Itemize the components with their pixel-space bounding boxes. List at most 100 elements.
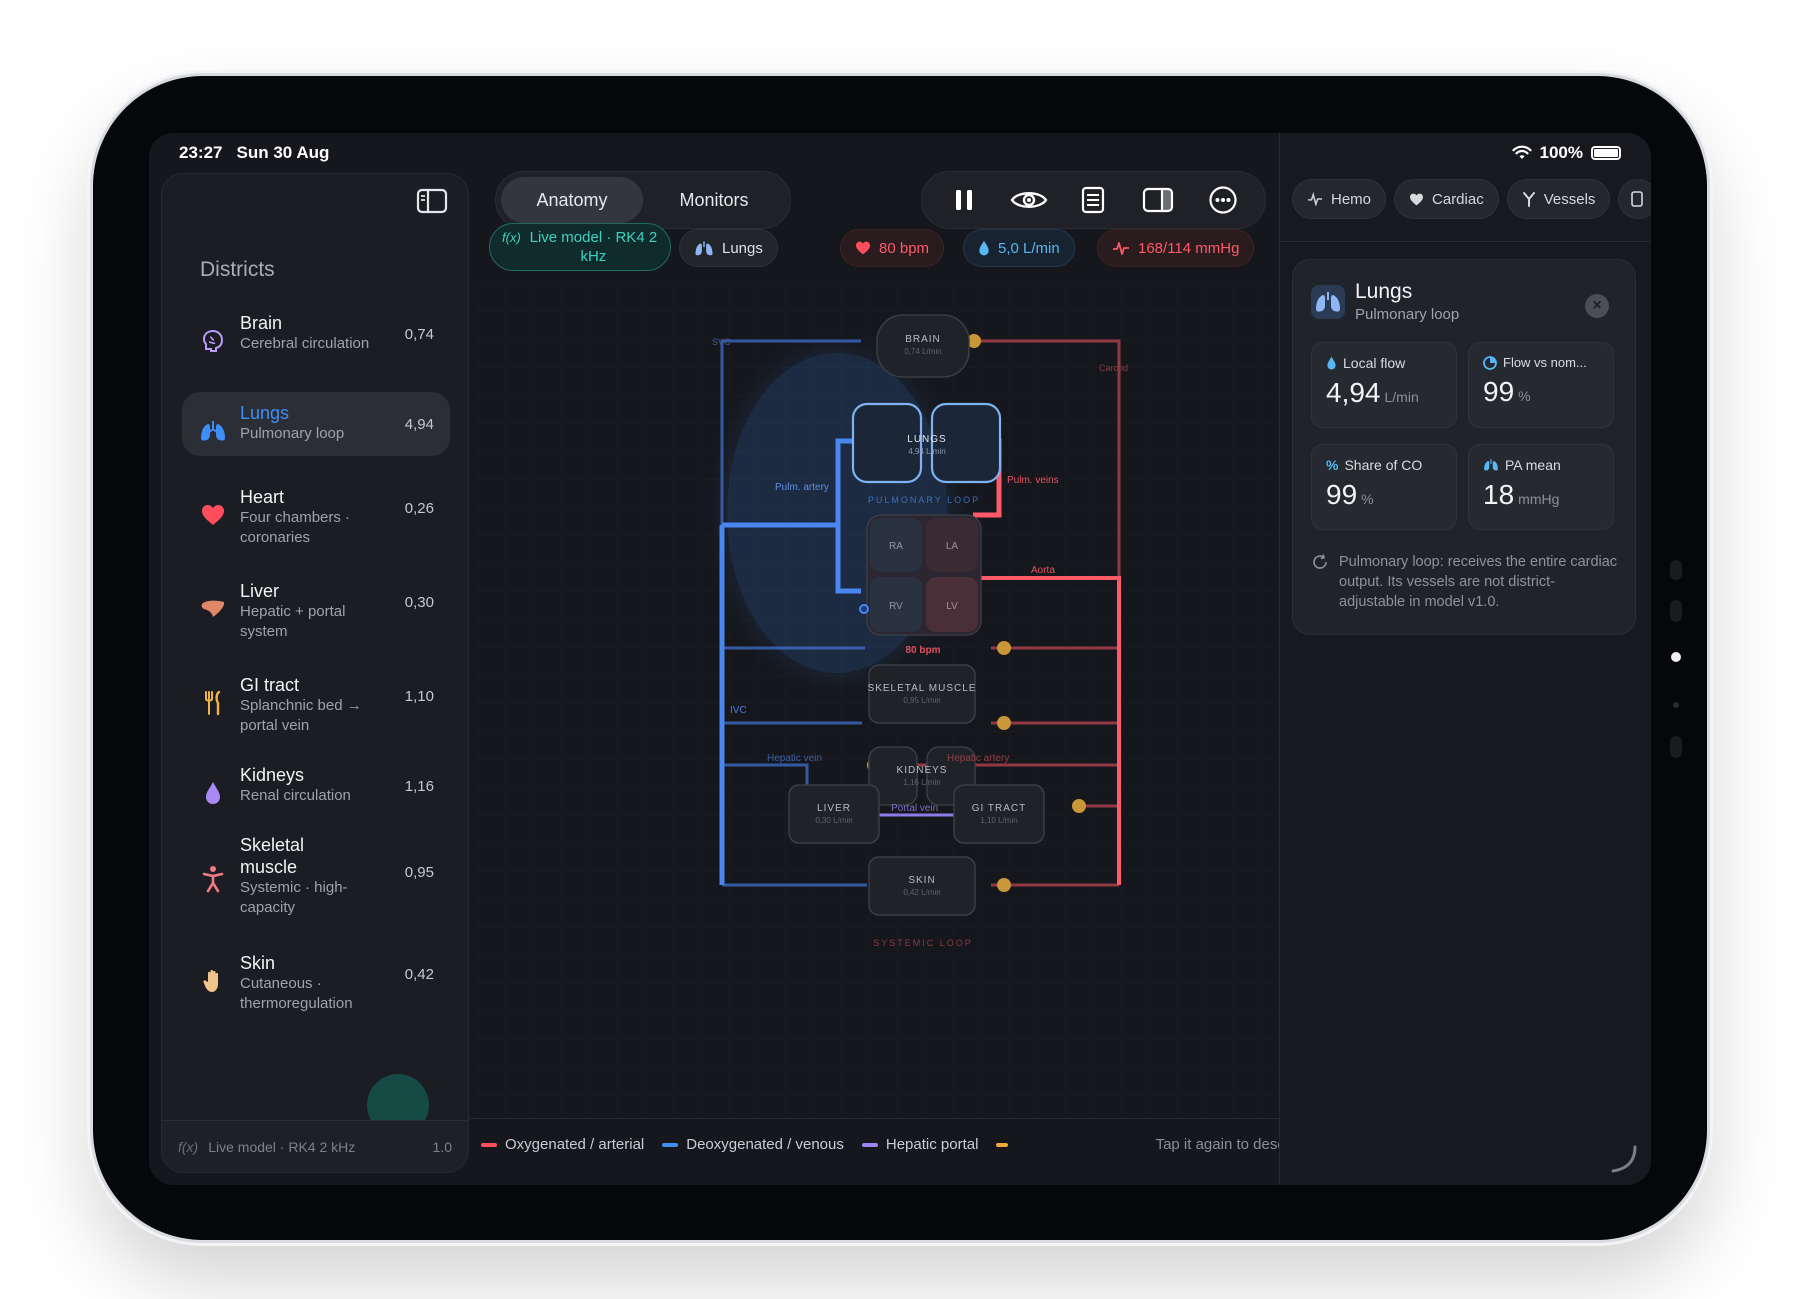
chamber-ra: RA: [889, 541, 903, 552]
tab-label: Hemo: [1331, 190, 1372, 208]
tab-more[interactable]: [1618, 179, 1651, 219]
skeletal-muscle-node[interactable]: SKELETAL MUSCLE 0,95 L/min: [868, 664, 977, 724]
heart-rate-label: 80 bpm: [905, 645, 940, 656]
metric-label-row: % Share of CO: [1326, 457, 1442, 473]
visibility-button[interactable]: [1009, 180, 1049, 220]
metric-label: PA mean: [1505, 457, 1561, 473]
metric-label-row: PA mean: [1483, 457, 1599, 473]
chamber-rv: RV: [889, 601, 903, 612]
carotid-label: Carotid: [1099, 363, 1128, 373]
tab-cardiac[interactable]: Cardiac: [1394, 179, 1499, 219]
legend-swatch: [481, 1142, 497, 1147]
lungs-icon: [1484, 459, 1498, 471]
lungs-icon: [695, 240, 713, 255]
heart-icon: [1410, 193, 1424, 205]
sidebar-toggle-icon[interactable]: [416, 188, 448, 214]
liver-icon: [198, 594, 228, 624]
tab-label: Cardiac: [1432, 190, 1484, 208]
metric-unit: %: [1518, 388, 1531, 404]
legend-label: Oxygenated / arterial: [505, 1136, 645, 1153]
live-model-chip[interactable]: f(x) Live model · RK4 2 kHz: [489, 223, 671, 271]
tab-hemo[interactable]: Hemo: [1292, 179, 1387, 219]
brain-node[interactable]: BRAIN 0,74 L/min: [876, 314, 970, 378]
district-item-brain[interactable]: Brain Cerebral circulation 0,74: [182, 302, 450, 366]
notes-icon: [1082, 186, 1105, 214]
card-subtitle: Pulmonary loop: [1355, 306, 1460, 323]
lungs-icon: [198, 416, 228, 446]
skin-node[interactable]: SKIN 0,42 L/min: [868, 856, 976, 916]
legend-label: Hepatic portal: [885, 1136, 979, 1153]
legend-swatch: [662, 1142, 679, 1147]
card-header: Lungs Pulmonary loop: [1311, 280, 1459, 323]
district-name: Brain: [240, 313, 283, 333]
gauge-icon: [1483, 355, 1497, 370]
pulmonary-valve-marker: [859, 604, 869, 614]
blood-pressure-chip[interactable]: 168/114 mmHg: [1097, 229, 1255, 267]
lungs-node-label: LUNGS: [907, 434, 946, 445]
notes-icon: [1631, 191, 1644, 207]
chamber-la: LA: [946, 541, 959, 552]
heart-chambers[interactable]: RA LA RV LV: [866, 514, 982, 636]
pause-button[interactable]: [944, 180, 984, 220]
model-version: 1.0: [432, 1138, 452, 1155]
battery-percent: 100%: [1539, 143, 1583, 162]
inspector-toggle-button[interactable]: [1138, 180, 1178, 220]
district-flow-value: 0,26: [404, 500, 434, 517]
legend-item-valve: [996, 1142, 1009, 1147]
legend-swatch: [996, 1142, 1009, 1147]
status-time: 23:27: [179, 143, 223, 162]
tab-monitors[interactable]: Monitors: [643, 177, 785, 223]
legend-item-portal: Hepatic portal: [861, 1136, 979, 1153]
skin-node-flow: 0,42 L/min: [903, 888, 940, 897]
brain-node-label: BRAIN: [905, 334, 941, 345]
hepatic-artery-label: Hepatic artery: [947, 753, 1009, 764]
district-item-lungs[interactable]: Lungs Pulmonary loop 4,94: [182, 392, 450, 456]
metric-value: 99: [1326, 479, 1358, 510]
metric-label: Flow vs nom...: [1503, 355, 1587, 370]
district-item-gi-tract[interactable]: GI tract Splanchnic bed → portal vein 1,…: [182, 664, 450, 746]
hand-icon: [198, 966, 228, 996]
district-item-skin[interactable]: Skin Cutaneous · thermoregulation 0,42: [182, 942, 450, 1024]
heart-rate-chip[interactable]: 80 bpm: [840, 229, 945, 267]
gi-tract-node[interactable]: GI TRACT 1,10 L/min: [953, 784, 1045, 844]
figure-icon: [198, 864, 228, 894]
liver-node[interactable]: LIVER 0,30 L/min: [788, 784, 880, 844]
district-flow-value: 4,94: [404, 416, 434, 433]
metric-share-of-co: % Share of CO 99%: [1311, 444, 1457, 530]
district-name: Heart: [240, 487, 285, 507]
district-item-liver[interactable]: Liver Hepatic + portal system 0,30: [182, 570, 450, 652]
district-detail-card: Lungs Pulmonary loop × Local flow 4,94 L/…: [1292, 259, 1636, 635]
metric-unit: mmHg: [1518, 491, 1560, 507]
metric-flow-vs-nominal: Flow vs nom... 99%: [1468, 342, 1614, 428]
tab-vessels[interactable]: Vessels: [1506, 179, 1611, 219]
cardiac-output-chip[interactable]: 5,0 L/min: [963, 229, 1075, 267]
district-flow-value: 0,30: [404, 594, 434, 611]
resize-handle-icon[interactable]: [1607, 1143, 1637, 1173]
district-subtitle: Splanchnic bed → portal vein: [240, 697, 362, 734]
district-item-kidneys[interactable]: Kidneys Renal circulation 1,16: [182, 754, 450, 818]
tabs-divider: [1280, 241, 1651, 242]
wifi-icon: [1511, 145, 1532, 159]
pulse-icon: [1113, 242, 1129, 255]
svc-label: SVC: [712, 337, 731, 347]
status-date: Sun 30 Aug: [236, 143, 330, 162]
app-screen: 23:27 Sun 30 Aug 100% Districts Brain Ce…: [149, 133, 1651, 1185]
district-subtitle: Four chambers · coronaries: [240, 509, 351, 546]
tab-label: Vessels: [1543, 190, 1596, 208]
district-item-skeletal-muscle[interactable]: Skeletal muscle Systemic · high-capacity…: [182, 824, 450, 928]
district-item-heart[interactable]: Heart Four chambers · coronaries 0,26: [182, 476, 450, 558]
metric-label: Share of CO: [1344, 457, 1423, 473]
more-icon: [1209, 186, 1237, 214]
sidebar-title: Districts: [200, 258, 275, 281]
heart-icon: [198, 500, 228, 530]
close-button[interactable]: ×: [1585, 294, 1609, 318]
metric-label: Local flow: [1343, 355, 1406, 371]
district-flow-value: 0,42: [404, 966, 434, 983]
selection-chip[interactable]: Lungs: [679, 229, 778, 267]
toolbar-actions: [921, 171, 1266, 229]
metric-unit: %: [1361, 491, 1374, 507]
eye-icon: [1010, 192, 1048, 208]
notes-button[interactable]: [1073, 180, 1113, 220]
more-button[interactable]: [1203, 180, 1243, 220]
tab-anatomy[interactable]: Anatomy: [501, 177, 643, 223]
